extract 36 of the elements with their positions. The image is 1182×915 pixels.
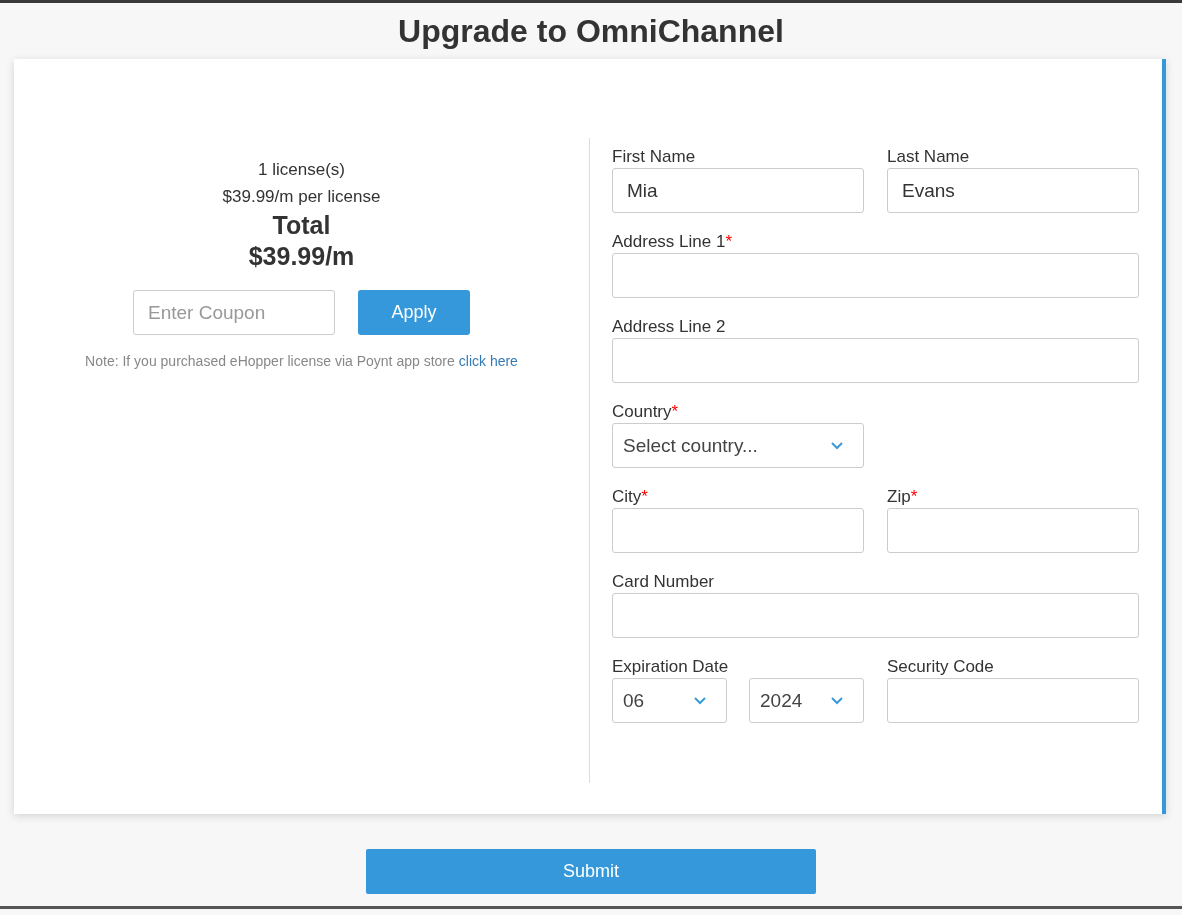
required-mark: * <box>725 232 733 251</box>
coupon-field[interactable]: Enter Coupon <box>133 290 335 335</box>
page-title: Upgrade to OmniChannel <box>397 12 785 51</box>
field-label: First Name <box>612 147 696 166</box>
required-mark: * <box>671 402 679 421</box>
total-price: $39.99/m <box>248 241 355 272</box>
date-dropdown[interactable]: 2024 <box>749 678 864 723</box>
field-label: Card Number <box>612 572 715 591</box>
input-field[interactable] <box>612 338 1139 383</box>
chevron-icon <box>831 696 843 705</box>
field-label: Zip <box>887 487 911 506</box>
field-label: City <box>612 487 642 506</box>
license-count: 1 license(s) <box>258 159 345 181</box>
country-dropdown[interactable]: Select country... <box>612 423 864 468</box>
chevron-icon <box>694 696 706 705</box>
input-field[interactable] <box>887 508 1139 553</box>
field-label: Last Name <box>887 147 970 166</box>
field-label: Address Line 1 <box>612 232 726 251</box>
date-dropdown[interactable]: 06 <box>612 678 727 723</box>
input-field[interactable] <box>887 678 1139 723</box>
input-field[interactable]: Mia <box>612 168 864 213</box>
field-label: Security Code <box>887 657 994 676</box>
license-price: $39.99/m per license <box>222 186 381 208</box>
total-label: Total <box>272 210 331 241</box>
click-here-link[interactable]: click here <box>458 353 518 369</box>
input-field[interactable] <box>612 508 864 553</box>
field-label: Address Line 2 <box>612 317 726 336</box>
required-mark: * <box>910 487 918 506</box>
field-label: Expiration Date <box>612 657 729 676</box>
required-mark: * <box>641 487 648 506</box>
note-text: Note: If you purchased eHopper license via Poynt app store <box>85 353 455 369</box>
field-label: Country <box>612 402 672 421</box>
input-field[interactable] <box>612 593 1139 638</box>
input-field[interactable]: Evans <box>887 168 1139 213</box>
input-field[interactable] <box>612 253 1139 298</box>
chevron-icon <box>831 441 843 450</box>
